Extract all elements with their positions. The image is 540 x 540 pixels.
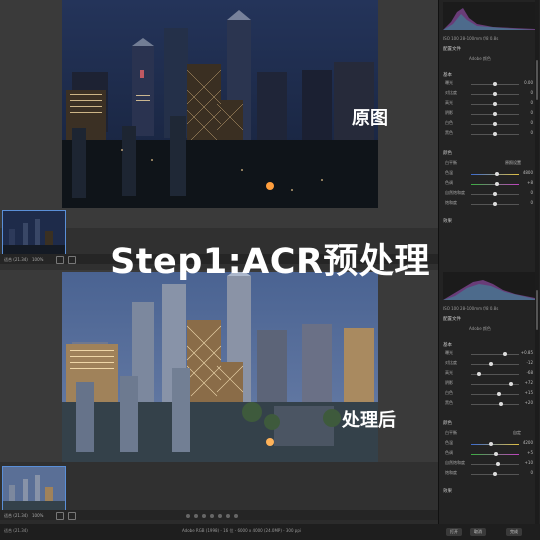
white-balance-select[interactable]: 白平衡 原照设置	[443, 160, 535, 168]
section-basic[interactable]: 基本	[443, 72, 452, 78]
before-label: 原图	[352, 108, 388, 129]
sort-icon[interactable]	[68, 512, 76, 520]
slider-shadows[interactable]: 阴影 +72	[443, 380, 535, 388]
compare-icon[interactable]	[56, 512, 64, 520]
edit-sidebar: ISO 100 28-100mm f/8 0.8s 配置文件 Adobe 颜色 …	[438, 270, 540, 540]
slider-contrast[interactable]: 对比度 -12	[443, 360, 535, 368]
after-panel: 处理后 适合 (21.34) 100% ISO 100 28-100mm f/8…	[0, 270, 540, 540]
zoom-level[interactable]: 适合 (21.34)	[4, 513, 28, 519]
slider-blacks[interactable]: 黑色 0	[443, 130, 535, 138]
open-button[interactable]: 打开	[446, 528, 462, 536]
before-photo	[62, 0, 378, 208]
filmstrip-page-dots[interactable]	[186, 514, 238, 520]
profile-label: 配置文件	[443, 317, 461, 322]
section-color[interactable]: 颜色	[443, 150, 452, 156]
image-canvas[interactable]: 处理后	[0, 270, 438, 462]
before-panel: 原图 适合 (21.34) 100% ISO 100 28-100mm f/8 …	[0, 0, 540, 270]
profile-label: 配置文件	[443, 47, 461, 52]
slider-vibrance[interactable]: 自然饱和度 0	[443, 190, 535, 198]
section-basic[interactable]: 基本	[443, 342, 452, 348]
camera-info: ISO 100 28-100mm f/8 0.8s	[443, 36, 499, 41]
slider-highlights[interactable]: 高光 0	[443, 100, 535, 108]
sidebar-scroll-thumb[interactable]	[536, 290, 538, 330]
slider-shadows[interactable]: 阴影 0	[443, 110, 535, 118]
profile-value[interactable]: Adobe 颜色	[469, 56, 491, 62]
sidebar-scroll-thumb[interactable]	[536, 60, 538, 100]
profile-value[interactable]: Adobe 颜色	[469, 326, 491, 332]
camera-info: ISO 100 28-100mm f/8 0.8s	[443, 306, 499, 311]
slider-blacks[interactable]: 黑色 +20	[443, 400, 535, 408]
image-info-link[interactable]: Adobe RGB (1998) - 16 位 - 6000 x 4000 (2…	[182, 528, 301, 534]
white-balance-select[interactable]: 白平衡 自定	[443, 430, 535, 438]
slider-whites[interactable]: 白色 0	[443, 120, 535, 128]
section-effects[interactable]: 效果	[443, 488, 452, 494]
histogram	[443, 2, 535, 30]
status-bar: 适合 (21.34) Adobe RGB (1998) - 16 位 - 600…	[0, 524, 540, 540]
overlay-title: Step1:ACR预处理	[110, 242, 430, 282]
filmstrip-thumbnail[interactable]	[2, 466, 66, 512]
slider-exposure[interactable]: 曝光 0.00	[443, 80, 535, 88]
image-canvas[interactable]: 原图	[0, 0, 438, 228]
edit-sidebar: ISO 100 28-100mm f/8 0.8s 配置文件 Adobe 颜色 …	[438, 0, 540, 270]
cancel-button[interactable]: 取消	[470, 528, 486, 536]
section-effects[interactable]: 效果	[443, 218, 452, 224]
slider-temperature[interactable]: 色温 4800	[443, 170, 535, 178]
slider-vibrance[interactable]: 自然饱和度 +10	[443, 460, 535, 468]
done-button[interactable]: 完成	[506, 528, 522, 536]
after-photo	[62, 272, 378, 462]
slider-tint[interactable]: 色调 +5	[443, 450, 535, 458]
zoom-percent[interactable]: 100%	[32, 513, 43, 518]
slider-exposure[interactable]: 曝光 +0.85	[443, 350, 535, 358]
sidebar-scrollbar[interactable]	[535, 0, 539, 270]
status-zoom[interactable]: 适合 (21.34)	[4, 528, 28, 534]
slider-whites[interactable]: 白色 +15	[443, 390, 535, 398]
slider-saturation[interactable]: 饱和度 0	[443, 470, 535, 478]
slider-saturation[interactable]: 饱和度 0	[443, 200, 535, 208]
slider-temperature[interactable]: 色温 4200	[443, 440, 535, 448]
slider-tint[interactable]: 色调 +8	[443, 180, 535, 188]
after-label: 处理后	[342, 410, 396, 431]
slider-highlights[interactable]: 高光 -68	[443, 370, 535, 378]
slider-contrast[interactable]: 对比度 0	[443, 90, 535, 98]
section-color[interactable]: 颜色	[443, 420, 452, 426]
